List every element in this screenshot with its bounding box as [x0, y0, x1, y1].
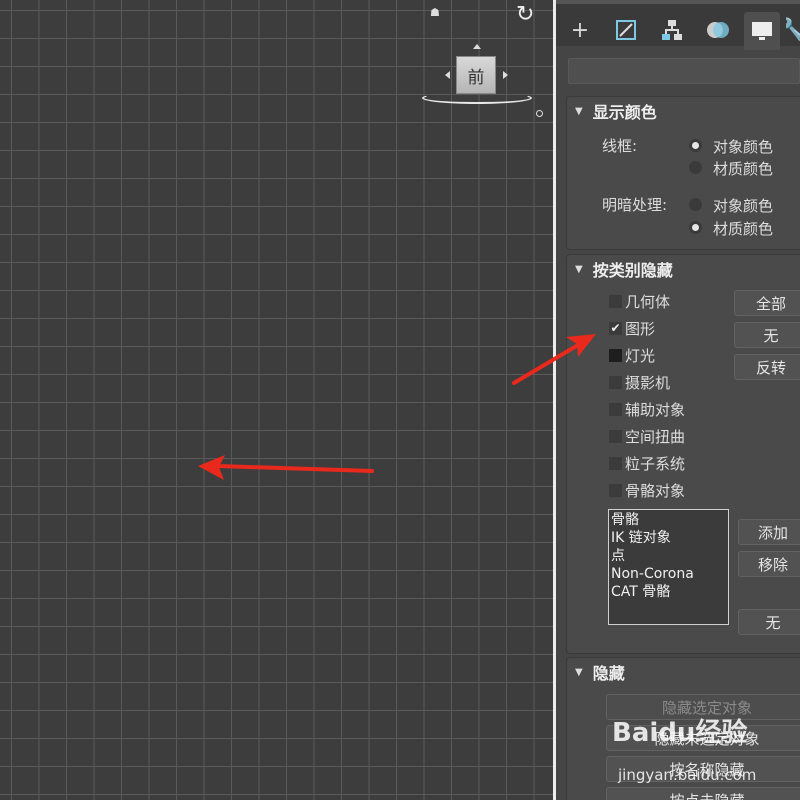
category-checkbox-space-warps[interactable]	[609, 430, 622, 443]
modify-tab-icon[interactable]	[608, 14, 644, 46]
rollout-hide-by-category: ▼ 按类别隐藏 几何体 ✔ 图形 灯光 摄影机 辅助对象 空间扭曲 粒子系统 骨…	[566, 254, 800, 654]
rollout-title: 显示颜色	[592, 103, 657, 122]
watermark-logo-text: Baidu经验	[612, 718, 748, 748]
shaded-label: 明暗处理:	[602, 196, 668, 214]
list-item[interactable]: 骨骼	[611, 511, 726, 529]
shaded-object-color-label: 对象颜色	[713, 197, 774, 215]
none-button[interactable]: 无	[734, 322, 800, 348]
category-label-bone-objects: 骨骼对象	[625, 482, 686, 500]
rollout-title: 隐藏	[592, 664, 625, 683]
category-checkbox-bone-objects[interactable]	[609, 484, 622, 497]
all-button[interactable]: 全部	[734, 290, 800, 316]
list-item[interactable]: CAT 骨骼	[611, 583, 726, 601]
remove-button[interactable]: 移除	[738, 551, 800, 577]
shaded-material-color-label: 材质颜色	[713, 220, 774, 238]
list-item[interactable]: IK 链对象	[611, 529, 726, 547]
shaded-object-color-radio[interactable]	[689, 198, 702, 211]
rollout-header-hide-by-category[interactable]: ▼ 按类别隐藏	[567, 255, 800, 283]
viewcube-compass-ring[interactable]	[422, 92, 532, 104]
category-label-shapes: 图形	[625, 320, 656, 338]
rollout-title: 按类别隐藏	[592, 261, 673, 280]
viewcube[interactable]: 前	[418, 40, 536, 120]
collapse-arrow-icon: ▼	[575, 263, 583, 275]
list-item[interactable]: Non-Corona	[611, 565, 726, 583]
category-label-helpers: 辅助对象	[625, 401, 686, 419]
display-tab-monitor-icon[interactable]	[744, 12, 780, 50]
wireframe-material-color-radio[interactable]	[689, 161, 702, 174]
home-icon[interactable]: ☗	[430, 6, 440, 19]
category-checkbox-particle-systems[interactable]	[609, 457, 622, 470]
viewcube-face-front[interactable]: 前	[456, 56, 496, 94]
orbit-icon[interactable]: ↻	[516, 2, 534, 27]
invert-button[interactable]: 反转	[734, 354, 800, 380]
collapse-arrow-icon: ▼	[575, 105, 583, 117]
watermark-logo: Baidu经验	[612, 712, 747, 749]
category-label-space-warps: 空间扭曲	[625, 428, 686, 446]
hide-by-hit-button[interactable]: 按点击隐藏	[606, 787, 800, 800]
wireframe-material-color-label: 材质颜色	[713, 160, 774, 178]
category-label-cameras: 摄影机	[625, 374, 671, 392]
viewport-front[interactable]: ☗ ↻ 前	[0, 0, 553, 800]
list-none-button[interactable]: 无	[738, 609, 800, 635]
watermark-url: jingyan.baidu.com	[618, 766, 757, 784]
wireframe-label: 线框:	[602, 137, 638, 155]
category-checkbox-helpers[interactable]	[609, 403, 622, 416]
viewcube-menu-icon[interactable]	[536, 110, 543, 117]
viewcube-left-arrow-icon[interactable]	[445, 71, 450, 79]
category-label-geometry: 几何体	[625, 293, 671, 311]
wireframe-object-color-radio[interactable]	[689, 139, 702, 152]
command-panel: + 🔧 ▼ 显示颜色 线框: 对象颜色 材质颜色 明暗处理: 对象颜色 材质颜色	[556, 0, 800, 800]
category-checkbox-geometry[interactable]	[609, 295, 622, 308]
category-checkbox-cameras[interactable]	[609, 376, 622, 389]
add-button[interactable]: 添加	[738, 519, 800, 545]
viewcube-up-arrow-icon[interactable]	[473, 44, 481, 49]
collapse-arrow-icon: ▼	[575, 666, 583, 678]
list-item[interactable]: 点	[611, 547, 726, 565]
create-tab-plus-icon[interactable]: +	[562, 14, 598, 46]
command-panel-tabs: + 🔧	[556, 0, 800, 50]
category-checkbox-lights[interactable]	[609, 349, 622, 362]
rollout-header-display-color[interactable]: ▼ 显示颜色	[567, 97, 800, 125]
utilities-tab-wrench-icon[interactable]: 🔧	[786, 14, 800, 46]
category-label-particle-systems: 粒子系统	[625, 455, 686, 473]
rollout-display-color: ▼ 显示颜色 线框: 对象颜色 材质颜色 明暗处理: 对象颜色 材质颜色	[566, 96, 800, 250]
object-name-field[interactable]	[568, 58, 800, 84]
shaded-material-color-radio[interactable]	[689, 221, 702, 234]
wireframe-object-color-label: 对象颜色	[713, 138, 774, 156]
viewcube-right-arrow-icon[interactable]	[503, 71, 508, 79]
category-checkbox-shapes[interactable]: ✔	[609, 322, 622, 335]
rollout-header-hide[interactable]: ▼ 隐藏	[567, 658, 800, 686]
motion-tab-icon[interactable]	[700, 14, 736, 46]
category-label-lights: 灯光	[625, 347, 656, 365]
category-listbox[interactable]: 骨骼 IK 链对象 点 Non-Corona CAT 骨骼	[608, 509, 729, 625]
hierarchy-tab-icon[interactable]	[654, 14, 690, 46]
